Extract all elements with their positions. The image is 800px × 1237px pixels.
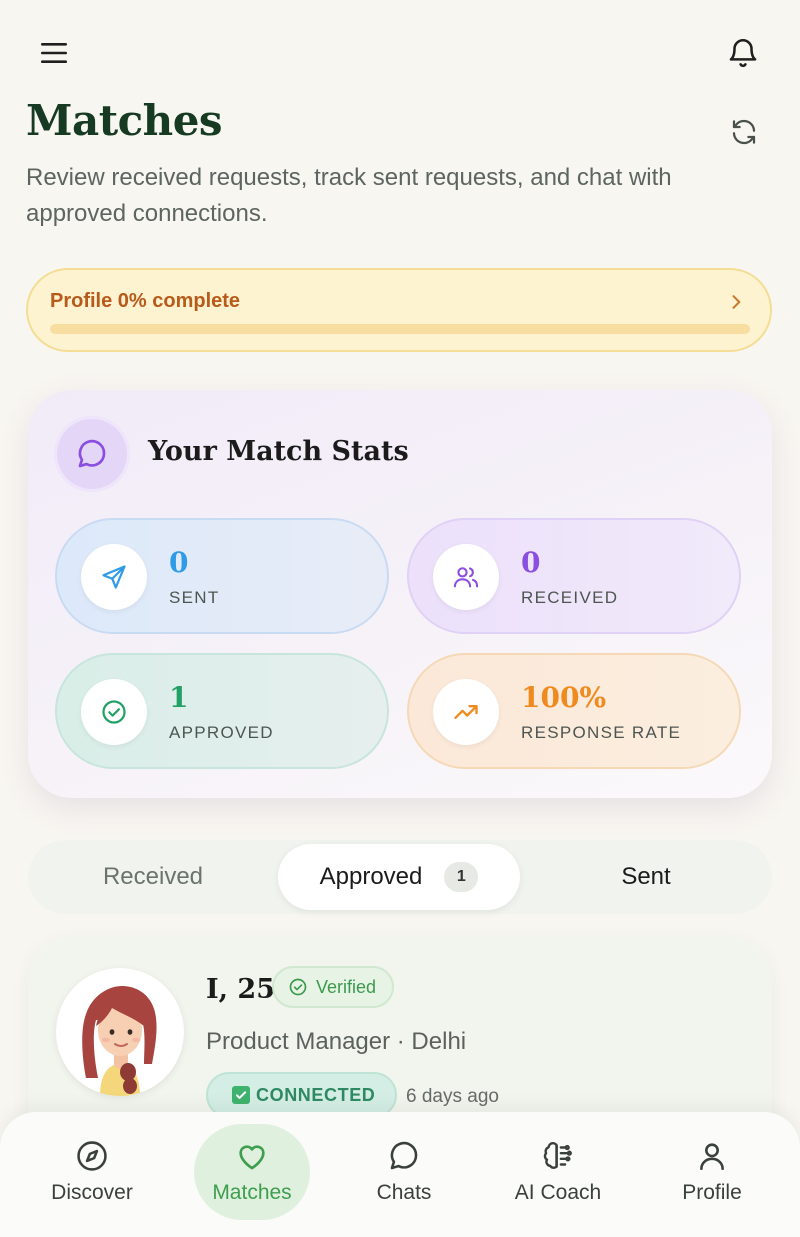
stats-title: Your Match Stats [148, 436, 409, 467]
nav-item-ai-coach[interactable]: AI Coach [498, 1124, 618, 1220]
user-icon [700, 1143, 724, 1171]
nav-item-matches[interactable]: Matches [194, 1124, 310, 1220]
check-circle-icon [289, 978, 307, 996]
response-rate-icon-circle [433, 679, 499, 745]
stat-approved-value: 1 [169, 681, 189, 714]
nav-label-chats: Chats [376, 1181, 432, 1204]
bell-icon [729, 39, 757, 68]
woman-avatar-icon [82, 986, 157, 1096]
page-subtitle: Review received requests, track sent req… [26, 164, 672, 227]
tab-approved[interactable]: Approved 1 [278, 844, 520, 910]
top-bar [0, 0, 800, 100]
tab-received[interactable]: Received [28, 844, 278, 910]
stat-received-value: 0 [521, 546, 541, 579]
chat-bubble-icon [390, 1141, 418, 1170]
connection-status-label: CONNECTED [256, 1084, 376, 1105]
checkbox-check-icon [232, 1086, 250, 1104]
menu-button[interactable] [30, 32, 78, 74]
stat-sent-label: SENT [169, 588, 220, 607]
nav-label-profile: Profile [682, 1181, 742, 1204]
verified-label: Verified [316, 976, 377, 997]
match-name: I, 25 [206, 974, 276, 1005]
chevron-right-icon [732, 295, 741, 309]
profile-completion-banner[interactable]: Profile 0% complete [26, 268, 772, 352]
brain-icon [543, 1142, 572, 1169]
send-icon [102, 565, 126, 589]
refresh-icon [732, 119, 756, 145]
check-circle-icon [102, 700, 126, 724]
refresh-button[interactable] [720, 108, 768, 156]
compass-icon [77, 1141, 107, 1171]
profile-completion-text: Profile 0% complete [50, 290, 241, 312]
nav-label-matches: Matches [212, 1181, 292, 1204]
stat-sent-value: 0 [169, 546, 189, 579]
approved-count-badge: 1 [444, 862, 479, 892]
avatar [56, 968, 184, 1096]
match-tabs: Received Approved 1 Sent [28, 840, 772, 914]
approved-icon-circle [81, 679, 147, 745]
tab-sent[interactable]: Sent [520, 844, 772, 910]
hamburger-menu-icon [41, 43, 67, 63]
stats-header-icon [54, 416, 130, 492]
stat-tile-sent: 0 SENT [55, 518, 389, 634]
verified-badge: Verified [272, 966, 395, 1008]
stat-response-rate-label: RESPONSE RATE [521, 723, 682, 742]
stat-tile-response-rate: 100% RESPONSE RATE [407, 653, 741, 769]
received-icon-circle [433, 544, 499, 610]
profile-progress-bar [50, 324, 750, 334]
bottom-nav: Discover Matches Chats AI Coach Profile [0, 1112, 800, 1237]
stat-tile-received: 0 RECEIVED [407, 518, 741, 634]
page-title: Matches [26, 96, 223, 145]
nav-item-chats[interactable]: Chats [344, 1124, 464, 1220]
nav-label-ai-coach: AI Coach [514, 1181, 602, 1204]
heart-icon [239, 1145, 265, 1170]
nav-item-profile[interactable]: Profile [652, 1124, 772, 1220]
tab-approved-label: Approved [319, 863, 423, 890]
trending-up-icon [454, 705, 478, 719]
stat-received-label: RECEIVED [521, 588, 619, 607]
notifications-button[interactable] [718, 30, 768, 76]
stat-response-rate-value: 100% [521, 681, 607, 714]
nav-label-discover: Discover [51, 1181, 133, 1204]
match-time: 6 days ago [406, 1086, 499, 1107]
match-meta: Product Manager · Delhi [206, 1028, 467, 1055]
tab-received-label: Received [102, 863, 204, 890]
stat-tile-approved: 1 APPROVED [55, 653, 389, 769]
chat-bubble-icon [78, 439, 106, 468]
stat-approved-label: APPROVED [169, 723, 274, 742]
nav-item-discover[interactable]: Discover [32, 1124, 152, 1220]
sent-icon-circle [81, 544, 147, 610]
match-stats-card: Your Match Stats 0 SENT 0 RECEIVED 1 APP… [28, 390, 772, 798]
tab-sent-label: Sent [621, 863, 671, 890]
users-icon [453, 567, 479, 588]
